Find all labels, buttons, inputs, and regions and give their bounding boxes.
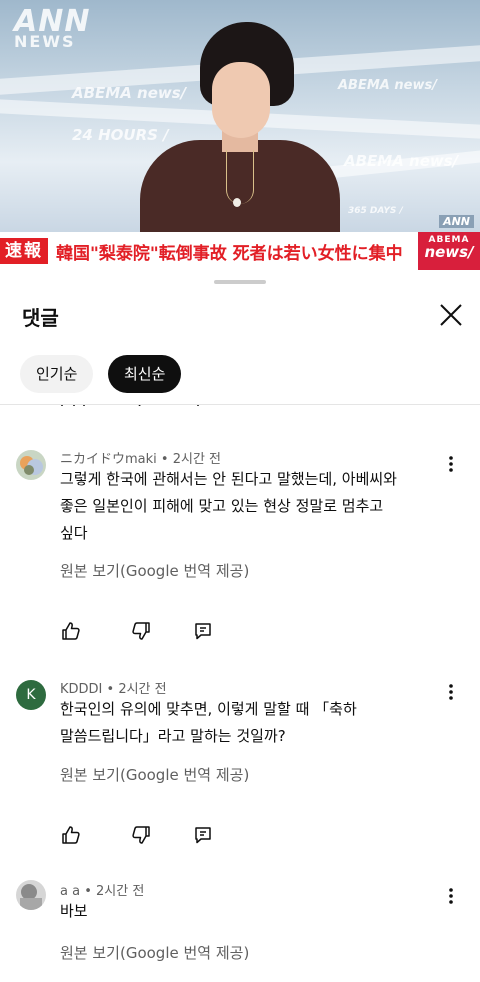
- comment-line: 좋은 일본인이 피해에 맞고 있는 현상 정말로 멈추고: [60, 497, 384, 515]
- reply-icon[interactable]: [192, 620, 214, 642]
- anchor-face: [212, 62, 270, 138]
- comment-text: 바보: [60, 898, 440, 925]
- drag-handle[interactable]: [214, 280, 266, 284]
- comment-meta: ニカイドウmaki • 2시간 전: [60, 452, 222, 467]
- comments-sheet: 댓글 인기순 최신순 ニカイドウmaki • 2시간 전 그렇게 한국에 관해서…: [0, 270, 480, 982]
- bg-text: 24 HOURS /: [72, 126, 169, 144]
- comment-actions: [60, 824, 220, 846]
- comment-actions: [60, 620, 220, 642]
- more-options-icon[interactable]: [441, 454, 461, 474]
- ticker-label: 速報: [0, 238, 48, 264]
- dislike-icon[interactable]: [130, 824, 152, 846]
- comment-time: 2시간 전: [118, 682, 167, 697]
- see-original-link[interactable]: 원본 보기(Google 번역 제공): [60, 942, 249, 963]
- author-name[interactable]: KDDDI: [60, 682, 102, 697]
- divider: [0, 404, 480, 405]
- comment-text: 그렇게 한국에 관해서는 안 된다고 말했는데, 아베씨와 좋은 일본인이 피해…: [60, 466, 440, 547]
- corner-logo: ANN: [439, 215, 474, 228]
- bg-text: ABEMA news/: [344, 152, 459, 170]
- comment-text: 한국인의 유의에 맞추면, 이렇게 말할 때 「축하 말씀드립니다」라고 말하는…: [60, 696, 440, 750]
- bg-text: ABEMA news/: [72, 84, 187, 102]
- see-original-link[interactable]: 원본 보기(Google 번역 제공): [60, 764, 249, 785]
- sort-newest-chip[interactable]: 최신순: [108, 355, 182, 393]
- more-options-icon[interactable]: [441, 682, 461, 702]
- avatar-letter: K: [26, 687, 36, 703]
- more-options-icon[interactable]: [441, 886, 461, 906]
- comment-line: 한국인의 유의에 맞추면, 이렇게 말할 때 「축하: [60, 700, 357, 718]
- comment-line: 싶다: [60, 524, 88, 542]
- dislike-icon[interactable]: [130, 620, 152, 642]
- like-icon[interactable]: [60, 620, 82, 642]
- news-ticker: 速報 韓国"梨泰院"転倒事故 死者は若い女性に集中 ABEMA news/: [0, 232, 480, 270]
- pendant: [233, 198, 241, 207]
- comment-time: 2시간 전: [96, 884, 145, 899]
- brand-bottom: news/: [424, 243, 474, 261]
- like-icon[interactable]: [60, 824, 82, 846]
- comment-line: 그렇게 한국에 관해서는 안 된다고 말했는데, 아베씨와: [60, 470, 397, 488]
- bg-text: 365 DAYS /: [348, 206, 403, 216]
- author-avatar[interactable]: [16, 880, 46, 910]
- author-name[interactable]: ニカイドウmaki: [60, 452, 157, 467]
- comment-meta: KDDDI • 2시간 전: [60, 682, 167, 697]
- comment-line: 바보: [60, 902, 88, 920]
- video-player[interactable]: ANN NEWS ABEMA news/ 24 HOURS / ABEMA ne…: [0, 0, 480, 270]
- abema-news-logo: ABEMA news/: [418, 232, 480, 270]
- ticker-headline: 韓国"梨泰院"転倒事故 死者は若い女性に集中: [56, 243, 403, 264]
- comment-line: 말씀드립니다」라고 말하는 것일까?: [60, 727, 286, 745]
- author-avatar[interactable]: [16, 450, 46, 480]
- see-original-link[interactable]: 원본 보기(Google 번역 제공): [60, 560, 249, 581]
- news-watermark: NEWS: [14, 32, 76, 51]
- close-icon[interactable]: [438, 302, 464, 328]
- comment-meta: a a • 2시간 전: [60, 884, 145, 899]
- sheet-title: 댓글: [22, 306, 59, 330]
- author-avatar[interactable]: K: [16, 680, 46, 710]
- author-name[interactable]: a a: [60, 884, 80, 899]
- sort-popular-chip[interactable]: 인기순: [20, 355, 94, 393]
- bg-text: ABEMA news/: [338, 78, 437, 93]
- reply-icon[interactable]: [192, 824, 214, 846]
- necklace: [226, 150, 254, 204]
- comment-time: 2시간 전: [172, 452, 222, 467]
